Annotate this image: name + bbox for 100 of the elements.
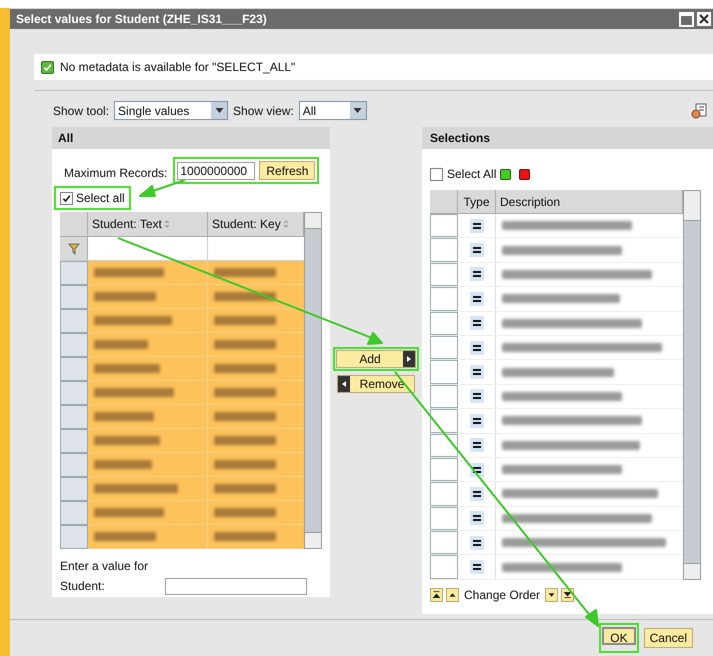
row-selector[interactable]	[430, 458, 458, 482]
table-row[interactable]	[88, 381, 304, 405]
show-view-dropdown[interactable]: All	[298, 101, 367, 120]
blurred-text	[214, 388, 276, 397]
row-selector[interactable]	[430, 506, 458, 530]
equals-icon	[470, 486, 484, 501]
message-text: No metadata is available for "SELECT_ALL"	[60, 59, 296, 76]
maximize-icon[interactable]	[679, 12, 694, 26]
row-selector[interactable]	[430, 482, 458, 506]
close-icon[interactable]	[697, 12, 711, 26]
row-selector[interactable]	[430, 409, 458, 433]
table-row[interactable]	[88, 501, 304, 525]
cancel-button[interactable]: Cancel	[644, 628, 693, 648]
row-selector[interactable]	[60, 525, 88, 549]
row-selector[interactable]	[430, 336, 458, 360]
blurred-text	[214, 532, 276, 541]
scrollbar[interactable]	[683, 190, 701, 580]
blurred-text	[214, 268, 276, 277]
move-top-icon[interactable]	[430, 588, 443, 602]
equals-icon	[470, 243, 484, 258]
student-label: Student:	[60, 578, 105, 595]
row-selector[interactable]	[60, 333, 88, 357]
row-selector[interactable]	[60, 285, 88, 309]
row-selector[interactable]	[430, 531, 458, 554]
add-button[interactable]: Add	[336, 350, 416, 368]
exclude-status-icon[interactable]	[519, 168, 530, 180]
include-status-icon[interactable]	[500, 168, 512, 180]
row-selector[interactable]	[430, 287, 458, 311]
equals-icon	[470, 316, 484, 330]
show-view-label: Show view:	[233, 102, 294, 120]
equals-icon	[470, 218, 484, 233]
row-selector[interactable]	[430, 238, 458, 262]
max-records-label: Maximum Records:	[64, 164, 168, 182]
table-row[interactable]	[88, 525, 304, 549]
equals-icon	[470, 511, 484, 526]
row-selector[interactable]	[60, 405, 88, 429]
equals-icon	[470, 414, 484, 428]
blurred-text	[94, 460, 152, 469]
row-selector[interactable]	[60, 501, 88, 525]
personalize-icon[interactable]	[691, 102, 707, 118]
equals-icon	[470, 292, 484, 306]
move-down-icon[interactable]	[545, 588, 558, 602]
blurred-text	[94, 292, 156, 301]
row-selector[interactable]	[430, 555, 458, 579]
checkbox[interactable]	[430, 168, 443, 180]
table-row[interactable]	[88, 285, 304, 309]
row-selector[interactable]	[430, 262, 458, 286]
row-selector[interactable]	[60, 309, 88, 333]
value-entry-label: Enter a value for	[59, 558, 150, 575]
row-selector[interactable]	[430, 214, 458, 238]
show-tool-label: Show tool:	[53, 102, 110, 120]
scrollbar[interactable]	[304, 212, 322, 549]
remove-button[interactable]: Remove	[337, 375, 415, 393]
table-row[interactable]	[88, 309, 304, 333]
blurred-text	[94, 532, 156, 541]
row-selector[interactable]	[430, 312, 458, 335]
filter-icon[interactable]	[68, 242, 80, 254]
equals-icon	[470, 365, 484, 380]
row-selector[interactable]	[60, 381, 88, 405]
change-order-label: Change Order	[464, 586, 540, 604]
equals-icon	[470, 267, 484, 282]
checkbox[interactable]	[60, 192, 73, 204]
column-header[interactable]: Type	[458, 190, 496, 213]
row-selector[interactable]	[60, 357, 88, 381]
table-row[interactable]	[88, 429, 304, 453]
blurred-text	[214, 460, 276, 469]
row-selector[interactable]	[430, 384, 458, 408]
sort-icon[interactable]	[282, 220, 290, 228]
table-row[interactable]	[88, 405, 304, 429]
column-header[interactable]: Student: Key	[212, 215, 281, 233]
sort-icon[interactable]	[162, 220, 171, 228]
blurred-text	[94, 412, 154, 421]
blurred-text	[214, 508, 276, 517]
row-selector[interactable]	[60, 477, 88, 501]
row-selector[interactable]	[60, 453, 88, 477]
blurred-text	[94, 508, 164, 517]
blurred-text	[94, 436, 160, 445]
row-selector[interactable]	[60, 261, 88, 285]
left-triangle-icon	[342, 381, 346, 387]
checkbox[interactable]	[41, 60, 54, 74]
table-row[interactable]	[88, 477, 304, 501]
move-up-icon[interactable]	[446, 588, 459, 602]
right-triangle-icon	[407, 356, 411, 362]
blurred-text	[94, 268, 164, 277]
equals-icon	[470, 560, 484, 574]
max-records-field[interactable]: 1000000000	[177, 162, 256, 180]
row-selector[interactable]	[60, 429, 88, 453]
table-row[interactable]	[88, 261, 304, 285]
refresh-button[interactable]: Refresh	[259, 161, 316, 180]
equals-icon	[470, 536, 484, 550]
table-row[interactable]	[88, 453, 304, 477]
show-tool-dropdown[interactable]: Single values	[114, 101, 228, 120]
table-row[interactable]	[88, 333, 304, 357]
column-header[interactable]: Student: Text	[92, 215, 162, 233]
blurred-text	[94, 364, 160, 373]
equals-icon	[470, 438, 484, 452]
table-row[interactable]	[88, 357, 304, 381]
student-value-field[interactable]	[164, 578, 307, 594]
ok-button[interactable]: OK	[602, 627, 636, 645]
row-selector[interactable]	[430, 360, 458, 384]
